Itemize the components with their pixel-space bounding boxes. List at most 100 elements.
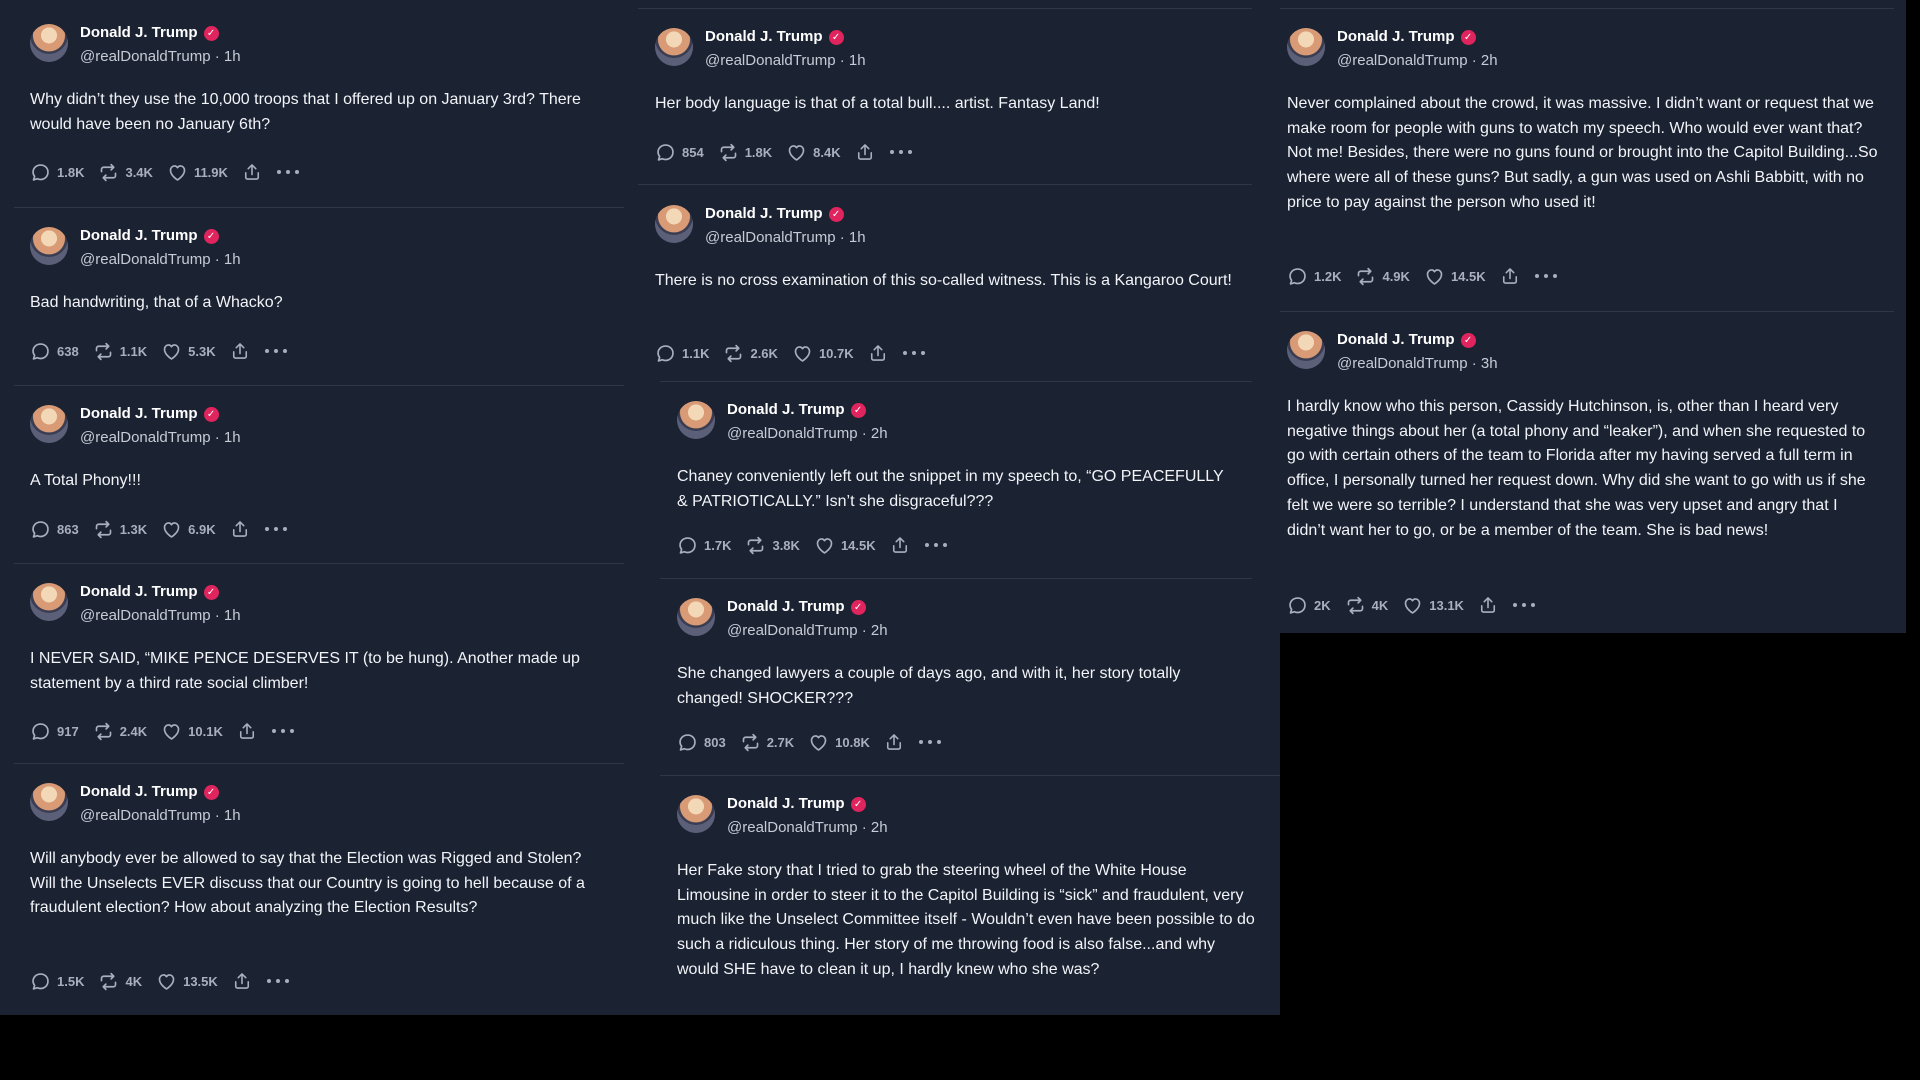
reply-button[interactable]: 1.7K (677, 535, 731, 556)
share-button[interactable] (884, 732, 904, 752)
author-name[interactable]: Donald J. Trump ✓ (80, 583, 219, 600)
post-time[interactable]: 1h (224, 607, 241, 624)
reply-button[interactable]: 1.5K (30, 971, 84, 992)
author-name[interactable]: Donald J. Trump ✓ (80, 405, 219, 422)
share-button[interactable] (237, 721, 257, 741)
repost-button[interactable]: 4K (98, 971, 142, 992)
like-button[interactable]: 13.1K (1402, 595, 1464, 616)
repost-button[interactable]: 1.1K (93, 341, 147, 362)
reply-button[interactable]: 1.2K (1287, 266, 1341, 287)
more-options-button[interactable] (1512, 601, 1536, 609)
reply-button[interactable]: 1.8K (30, 162, 84, 183)
avatar[interactable] (655, 205, 693, 243)
share-button[interactable] (1478, 595, 1498, 615)
reply-button[interactable]: 1.1K (655, 343, 709, 364)
like-button[interactable]: 13.5K (156, 971, 218, 992)
author-name[interactable]: Donald J. Trump ✓ (705, 28, 844, 45)
share-button[interactable] (868, 343, 888, 363)
share-button[interactable] (230, 519, 250, 539)
post-time[interactable]: 3h (1481, 355, 1498, 372)
post-time[interactable]: 1h (224, 48, 241, 65)
reply-button[interactable]: 917 (30, 721, 79, 742)
like-button[interactable]: 10.1K (161, 721, 223, 742)
share-button[interactable] (855, 142, 875, 162)
avatar[interactable] (677, 401, 715, 439)
more-options-button[interactable] (264, 347, 288, 355)
more-options-button[interactable] (918, 738, 942, 746)
repost-button[interactable]: 2.7K (740, 732, 794, 753)
reply-button[interactable]: 803 (677, 732, 726, 753)
avatar[interactable] (30, 24, 68, 62)
avatar[interactable] (30, 227, 68, 265)
share-button[interactable] (242, 162, 262, 182)
like-button[interactable]: 5.3K (161, 341, 216, 362)
reply-button[interactable]: 854 (655, 142, 704, 163)
more-options-button[interactable] (276, 168, 300, 176)
avatar[interactable] (1287, 331, 1325, 369)
post-time[interactable]: 1h (224, 429, 241, 446)
share-button[interactable] (1500, 266, 1520, 286)
author-name[interactable]: Donald J. Trump ✓ (727, 401, 866, 418)
like-button[interactable]: 14.5K (814, 535, 876, 556)
repost-button[interactable]: 4.9K (1355, 266, 1410, 287)
repost-button[interactable]: 1.8K (718, 142, 772, 163)
post-time[interactable]: 1h (224, 251, 241, 268)
post-time[interactable]: 1h (849, 52, 866, 69)
author-handle-time: @realDonaldTrump · 3h (1337, 355, 1498, 372)
post-time[interactable]: 1h (849, 229, 866, 246)
avatar[interactable] (677, 598, 715, 636)
author-name[interactable]: Donald J. Trump ✓ (1337, 28, 1476, 45)
repost-button[interactable]: 2.4K (93, 721, 147, 742)
more-options-button[interactable] (266, 977, 290, 985)
avatar[interactable] (30, 405, 68, 443)
share-button[interactable] (890, 535, 910, 555)
post-time[interactable]: 2h (871, 622, 888, 639)
more-options-button[interactable] (1534, 272, 1558, 280)
author-name[interactable]: Donald J. Trump ✓ (727, 795, 866, 812)
reply-icon (1289, 267, 1306, 285)
avatar[interactable] (677, 795, 715, 833)
author-name[interactable]: Donald J. Trump ✓ (80, 24, 219, 41)
post-time[interactable]: 2h (871, 819, 888, 836)
author-name[interactable]: Donald J. Trump ✓ (727, 598, 866, 615)
repost-icon (1358, 267, 1374, 285)
repost-button[interactable]: 3.4K (98, 162, 153, 183)
repost-count: 3.8K (772, 537, 800, 553)
share-button[interactable] (230, 341, 250, 361)
share-button[interactable] (232, 971, 252, 991)
more-options-button[interactable] (271, 727, 295, 735)
reply-button[interactable]: 638 (30, 341, 79, 362)
post-time[interactable]: 2h (871, 425, 888, 442)
reply-button[interactable]: 2K (1287, 595, 1331, 616)
post-actions: 917 2.4K 10.1K (30, 719, 309, 743)
repost-button[interactable]: 4K (1345, 595, 1388, 616)
like-button[interactable]: 8.4K (786, 142, 841, 163)
more-options-button[interactable] (902, 349, 926, 357)
repost-button[interactable]: 1.3K (93, 519, 147, 540)
author-name[interactable]: Donald J. Trump ✓ (80, 783, 219, 800)
like-button[interactable]: 10.8K (808, 732, 870, 753)
avatar[interactable] (1287, 28, 1325, 66)
avatar[interactable] (30, 583, 68, 621)
repost-icon (95, 722, 112, 740)
repost-button[interactable]: 2.6K (723, 343, 778, 364)
post-time[interactable]: 2h (1481, 52, 1498, 69)
post-time[interactable]: 1h (224, 807, 241, 824)
like-button[interactable]: 10.7K (792, 343, 854, 364)
feed-column-3: Donald J. Trump ✓ @realDonaldTrump · 2h N… (1280, 0, 1906, 633)
like-button[interactable]: 11.9K (167, 162, 228, 183)
reply-button[interactable]: 863 (30, 519, 79, 540)
avatar[interactable] (30, 783, 68, 821)
like-button[interactable]: 6.9K (161, 519, 216, 540)
repost-icon (726, 344, 742, 362)
reply-count: 1.5K (57, 973, 85, 989)
more-options-button[interactable] (264, 525, 288, 533)
author-name[interactable]: Donald J. Trump ✓ (705, 205, 844, 222)
author-name[interactable]: Donald J. Trump ✓ (1337, 331, 1476, 348)
more-options-button[interactable] (889, 148, 913, 156)
repost-button[interactable]: 3.8K (745, 535, 800, 556)
more-options-button[interactable] (924, 541, 948, 549)
author-name[interactable]: Donald J. Trump ✓ (80, 227, 219, 244)
like-button[interactable]: 14.5K (1424, 266, 1486, 287)
avatar[interactable] (655, 28, 693, 66)
